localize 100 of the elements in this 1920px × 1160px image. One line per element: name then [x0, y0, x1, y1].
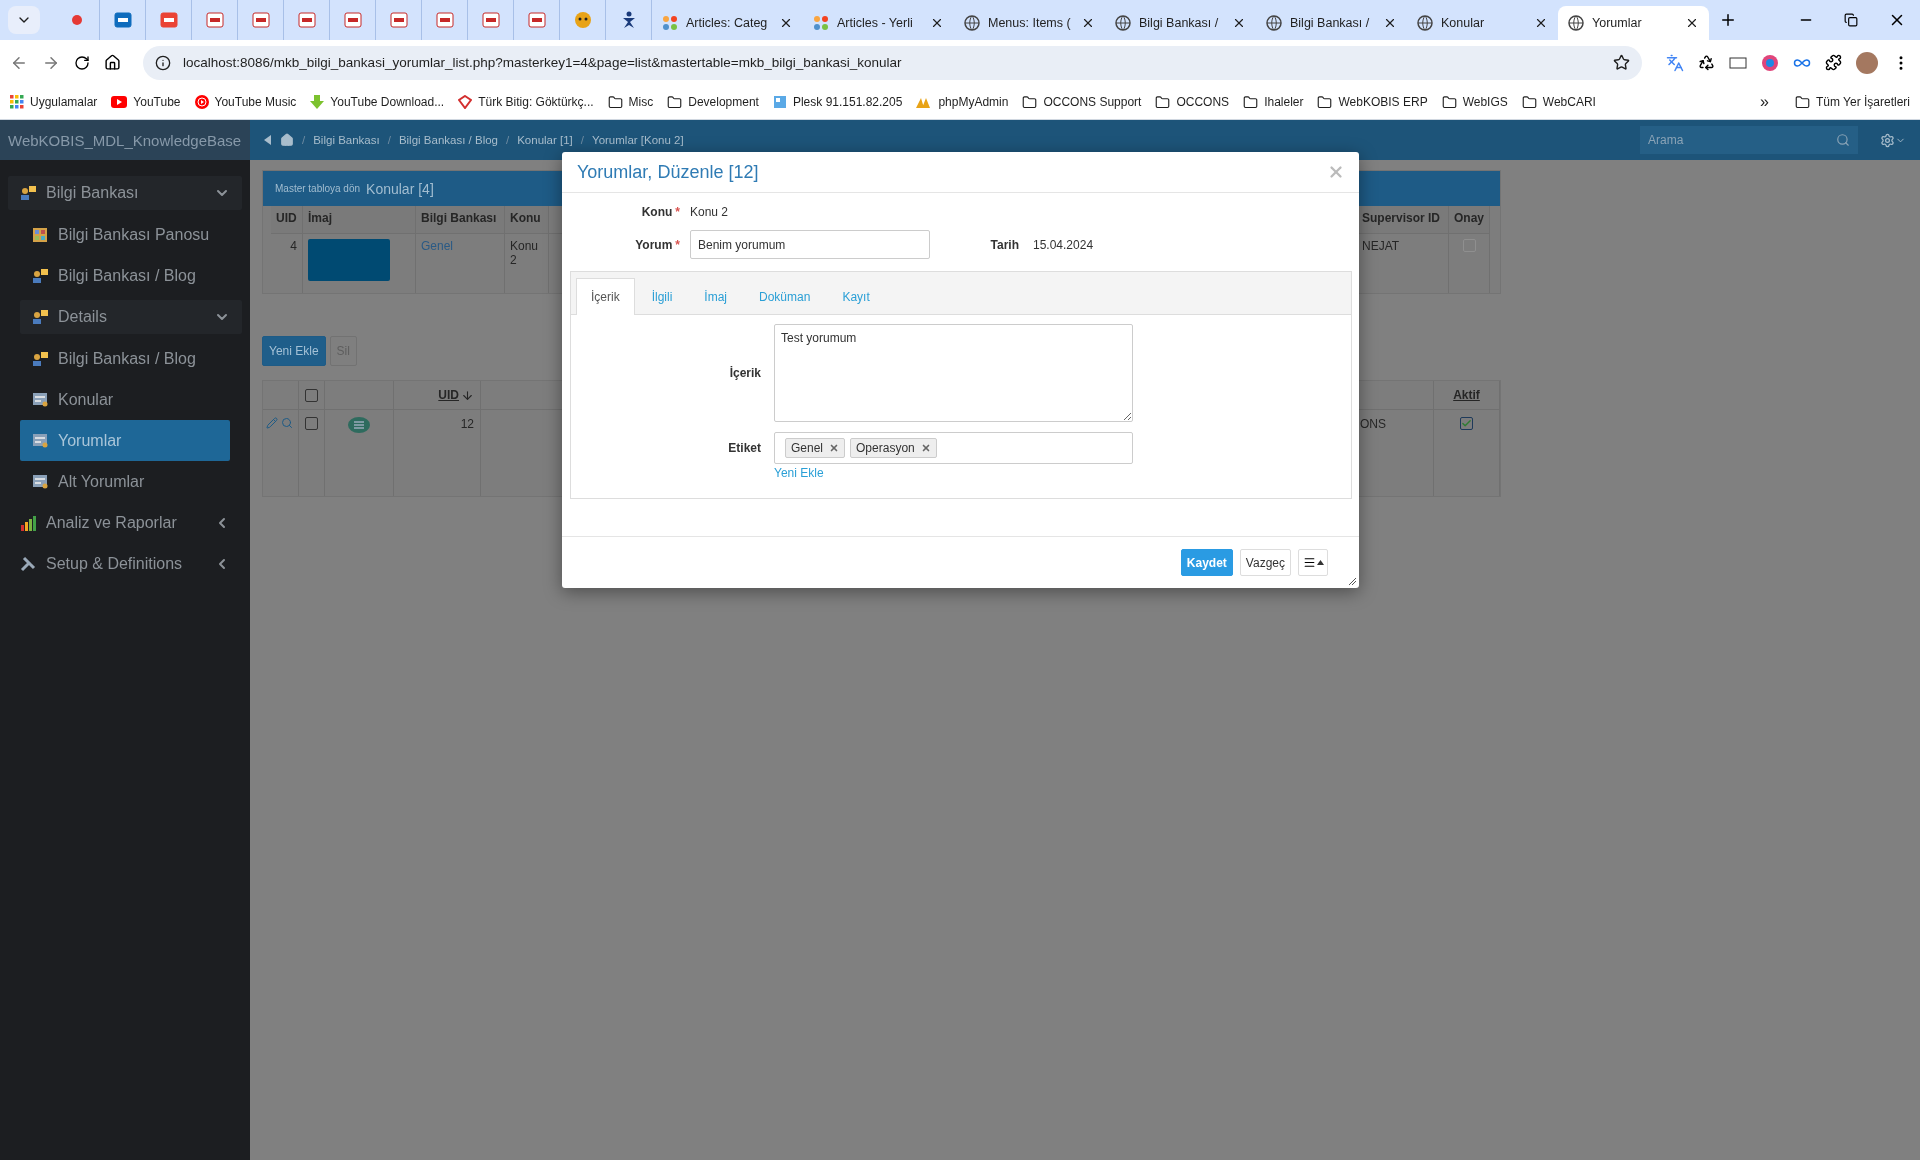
form-icon: [32, 474, 48, 489]
close-icon[interactable]: [779, 16, 793, 30]
bookmark[interactable]: Türk Bitig: Göktürkç...: [458, 95, 594, 109]
breadcrumb-link[interactable]: Bilgi Bankası: [313, 134, 380, 146]
breadcrumb-separator: /: [580, 134, 584, 146]
new-tab-icon[interactable]: [1719, 11, 1737, 29]
caret-left-icon[interactable]: [264, 135, 272, 145]
cancel-button[interactable]: Vazgeç: [1239, 549, 1291, 576]
reload-icon[interactable]: [74, 54, 90, 71]
logo-icon: [159, 12, 178, 28]
sidebar-item[interactable]: Bilgi Bankası / Blog: [20, 255, 230, 296]
bookmark[interactable]: YouTube Download...: [310, 95, 445, 109]
text-area[interactable]: Test yorumum: [774, 324, 1133, 422]
close-icon[interactable]: [1685, 16, 1699, 30]
tag: Operasyon: [850, 438, 937, 458]
browser-tab[interactable]: Menus: Items (: [954, 6, 1105, 40]
logo-icon: [527, 12, 546, 28]
bookmarks-overflow[interactable]: »: [1760, 93, 1769, 111]
translate-icon[interactable]: [1666, 53, 1684, 72]
close-icon[interactable]: [930, 16, 944, 30]
bookmark[interactable]: Plesk 91.151.82.205: [772, 95, 903, 109]
sidebar-item[interactable]: Analiz ve Raporlar: [8, 502, 242, 543]
bookmark[interactable]: OCCONS: [1155, 94, 1230, 110]
settings-menu[interactable]: [1880, 132, 1906, 148]
sort-header[interactable]: UID: [438, 388, 474, 402]
globe-icon: [1568, 15, 1584, 31]
column-header: Onay: [1449, 206, 1490, 234]
logo-icon: [113, 12, 132, 28]
dot-icon: [71, 15, 82, 25]
address-bar[interactable]: localhost:8086/mkb_bilgi_bankasi_yorumlar_list.php?masterkey1=4&page=list&mastertable=mkb_bilgi_bankasi_konular: [143, 45, 1642, 80]
bookmark[interactable]: OCCONS Support: [1022, 94, 1142, 110]
breadcrumb-link[interactable]: Bilgi Bankası / Blog: [398, 134, 498, 146]
breadcrumb-separator: /: [506, 134, 510, 146]
emblem-icon: [458, 95, 473, 109]
back-link[interactable]: Master tabloya dön: [275, 183, 361, 194]
add-button[interactable]: Yeni Ekle: [262, 336, 326, 366]
star-icon[interactable]: [1613, 54, 1630, 71]
apps-grid-icon: [10, 95, 24, 109]
restore-icon[interactable]: [1844, 13, 1858, 27]
sail-logo-icon: [916, 96, 933, 108]
avatar-icon[interactable]: [1856, 51, 1878, 74]
folder-icon: [1794, 94, 1810, 110]
recycle-icon[interactable]: [1698, 54, 1715, 71]
color-circle-icon[interactable]: [1761, 53, 1779, 72]
browser-tab[interactable]: Konular: [1407, 6, 1558, 40]
close-icon[interactable]: [1232, 16, 1246, 30]
sidebar-item[interactable]: Konular: [20, 379, 230, 420]
sort-arrow-icon: [461, 388, 474, 402]
menu-button[interactable]: [1298, 549, 1328, 576]
bookmark[interactable]: Development: [667, 94, 759, 110]
field-label: İçerik: [728, 366, 761, 380]
logo-icon: [297, 12, 316, 28]
tab[interactable]: İçerik: [576, 278, 635, 315]
puzzle-logo-icon: [662, 15, 678, 31]
tag-field[interactable]: Genel Operasyon: [774, 432, 1133, 464]
close-icon[interactable]: [1081, 16, 1095, 30]
panel-title: Konular [4]: [366, 180, 434, 197]
bookmark[interactable]: WebIGS: [1441, 94, 1508, 110]
logo-icon: [205, 12, 224, 28]
browser-tab[interactable]: Yorumlar: [1558, 6, 1709, 40]
sidebar-item[interactable]: Bilgi Bankası Panosu: [20, 214, 230, 255]
sidebar-item[interactable]: Bilgi Bankası: [8, 176, 242, 210]
remove-icon[interactable]: [920, 443, 931, 453]
extensions-icon[interactable]: [1825, 54, 1842, 71]
close-icon[interactable]: [1383, 16, 1397, 30]
bookmark[interactable]: Misc: [607, 94, 654, 110]
brand-title: WebKOBIS_MDL_KnowledgeBase: [0, 120, 250, 160]
bookmark[interactable]: YouTube Music: [194, 95, 297, 109]
column-header: Supervisor ID: [1357, 206, 1449, 234]
remove-icon[interactable]: [829, 443, 840, 453]
bookmark[interactable]: YouTube: [111, 95, 181, 109]
browser-tab[interactable]: Articles: Categ: [652, 6, 803, 40]
search-icon: [1836, 133, 1850, 147]
bookmark[interactable]: Tüm Yer İşaretleri: [1794, 94, 1910, 110]
browser-tab[interactable]: Articles - Yerli: [803, 6, 954, 40]
breadcrumb-link[interactable]: Yorumlar [Konu 2]: [592, 134, 684, 146]
field-label: Tarih: [989, 237, 1020, 252]
input-field[interactable]: Benim yorumum: [690, 230, 930, 259]
bookmark[interactable]: WebCARI: [1521, 94, 1596, 110]
tag: Genel: [785, 438, 846, 458]
breadcrumb-link[interactable]: Konular [1]: [517, 134, 573, 146]
sidebar-item[interactable]: Alt Yorumlar: [20, 461, 230, 502]
bookmark[interactable]: WebKOBIS ERP: [1317, 94, 1428, 110]
sidebar-item[interactable]: Setup & Definitions: [8, 543, 242, 584]
checkbox[interactable]: [305, 417, 318, 430]
browser-tab[interactable]: Bilgi Bankası /: [1256, 6, 1407, 40]
folder-icon: [607, 94, 623, 110]
field-label: Etiket: [727, 441, 761, 455]
sidebar-item[interactable]: Bilgi Bankası / Blog: [20, 338, 230, 379]
sidebar-item[interactable]: Details: [20, 300, 242, 334]
bookmark[interactable]: phpMyAdmin: [916, 95, 1009, 109]
bookmark[interactable]: Ihaleler: [1243, 94, 1304, 110]
globe-icon: [964, 15, 980, 31]
bookmark[interactable]: Uygulamalar: [10, 95, 98, 109]
sort-header[interactable]: Aktif: [1453, 388, 1480, 402]
close-icon[interactable]: [1534, 16, 1548, 30]
home-icon[interactable]: [104, 54, 121, 71]
browser-tab[interactable]: Bilgi Bankası /: [1105, 6, 1256, 40]
tab-search-button[interactable]: [8, 6, 40, 34]
checkbox[interactable]: [305, 388, 318, 402]
